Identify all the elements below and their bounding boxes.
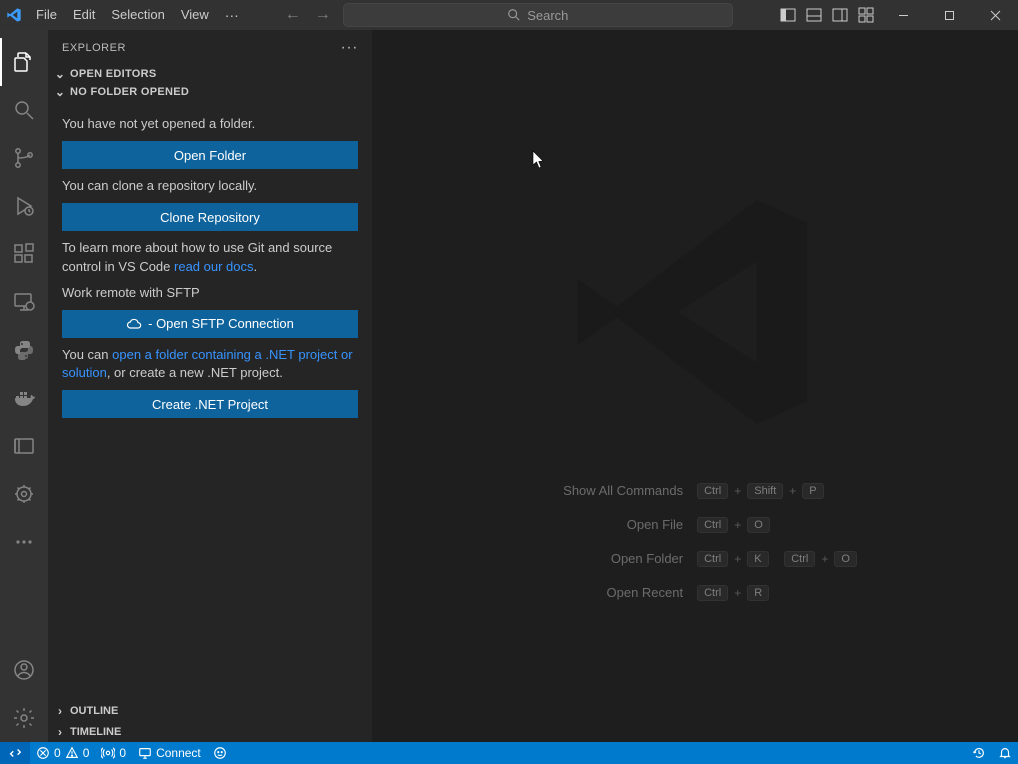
key-ctrl: Ctrl: [697, 585, 728, 601]
activity-run-debug-icon[interactable]: [0, 182, 48, 230]
open-editors-section[interactable]: ⌄ OPEN EDITORS: [48, 65, 372, 83]
key-o: O: [747, 517, 770, 533]
window-maximize-icon[interactable]: [926, 0, 972, 30]
key-ctrl: Ctrl: [784, 551, 815, 567]
activity-docker-icon[interactable]: [0, 374, 48, 422]
search-placeholder: Search: [527, 8, 568, 23]
status-problems[interactable]: 0 0: [30, 746, 95, 760]
window-close-icon[interactable]: [972, 0, 1018, 30]
key-k: K: [747, 551, 768, 567]
open-sftp-button[interactable]: - Open SFTP Connection: [62, 310, 358, 338]
key-ctrl: Ctrl: [697, 517, 728, 533]
activity-manage-icon[interactable]: [0, 694, 48, 742]
chevron-down-icon: ⌄: [52, 85, 68, 99]
key-r: R: [747, 585, 769, 601]
nav-arrows: ← →: [285, 6, 331, 24]
activity-source-control-icon[interactable]: [0, 134, 48, 182]
title-bar: File Edit Selection View ··· ← → Search: [0, 0, 1018, 30]
layout-controls: [774, 7, 880, 23]
status-connect[interactable]: Connect: [132, 746, 207, 760]
menu-view[interactable]: View: [173, 0, 217, 30]
activity-python-icon[interactable]: [0, 326, 48, 374]
nav-forward-icon[interactable]: →: [315, 6, 331, 24]
activity-explorer-icon[interactable]: [0, 38, 48, 86]
sftp-message: Work remote with SFTP: [62, 284, 358, 302]
shortcut-open-recent: Open Recent Ctrl+ R: [533, 585, 857, 601]
key-shift: Shift: [747, 483, 783, 499]
vscode-logo: [0, 7, 28, 23]
activity-settings-gear-icon[interactable]: [0, 470, 48, 518]
activity-project-icon[interactable]: [0, 422, 48, 470]
shortcut-show-all-commands: Show All Commands Ctrl+ Shift+ P: [533, 483, 857, 499]
cloud-icon: [126, 317, 142, 331]
search-icon: [507, 8, 521, 22]
key-p: P: [802, 483, 823, 499]
create-dotnet-button[interactable]: Create .NET Project: [62, 390, 358, 418]
status-remote-icon[interactable]: [0, 742, 30, 764]
welcome-shortcuts: Show All Commands Ctrl+ Shift+ P Open Fi…: [533, 483, 857, 601]
menu-edit[interactable]: Edit: [65, 0, 103, 30]
git-info-message: To learn more about how to use Git and s…: [62, 239, 358, 275]
activity-bar: [0, 30, 48, 742]
status-ports[interactable]: 0: [95, 746, 132, 760]
sidebar-title: EXPLORER: [62, 42, 126, 54]
status-bar: 0 0 0 Connect: [0, 742, 1018, 764]
timeline-section[interactable]: › TIMELINE: [48, 721, 372, 742]
status-history-icon[interactable]: [966, 746, 992, 760]
outline-section[interactable]: › OUTLINE: [48, 700, 372, 721]
key-o: O: [834, 551, 857, 567]
clone-message: You can clone a repository locally.: [62, 177, 358, 195]
mouse-cursor-icon: [532, 150, 546, 175]
chevron-down-icon: ⌄: [52, 67, 68, 81]
read-docs-link[interactable]: read our docs: [174, 259, 254, 274]
open-folder-button[interactable]: Open Folder: [62, 141, 358, 169]
activity-overflow-icon[interactable]: [0, 518, 48, 566]
layout-customize-icon[interactable]: [858, 7, 874, 23]
status-feedback-icon[interactable]: [207, 746, 233, 760]
no-folder-section[interactable]: ⌄ NO FOLDER OPENED: [48, 83, 372, 101]
status-notifications-icon[interactable]: [992, 746, 1018, 760]
layout-primary-sidebar-icon[interactable]: [780, 7, 796, 23]
command-center-search[interactable]: Search: [343, 3, 733, 27]
menu-overflow-icon[interactable]: ···: [217, 0, 247, 30]
no-folder-body: You have not yet opened a folder. Open F…: [48, 101, 372, 436]
chevron-right-icon: ›: [52, 725, 68, 739]
menu-selection[interactable]: Selection: [103, 0, 172, 30]
no-folder-message: You have not yet opened a folder.: [62, 115, 358, 133]
window-controls: [880, 0, 1018, 30]
activity-extensions-icon[interactable]: [0, 230, 48, 278]
activity-accounts-icon[interactable]: [0, 646, 48, 694]
vscode-watermark-icon: [555, 172, 835, 455]
dotnet-message: You can open a folder containing a .NET …: [62, 346, 358, 382]
clone-repository-button[interactable]: Clone Repository: [62, 203, 358, 231]
editor-area: Show All Commands Ctrl+ Shift+ P Open Fi…: [372, 30, 1018, 742]
shortcut-open-file: Open File Ctrl+ O: [533, 517, 857, 533]
explorer-sidebar: EXPLORER ··· ⌄ OPEN EDITORS ⌄ NO FOLDER …: [48, 30, 372, 742]
menu-bar: File Edit Selection View ···: [28, 0, 247, 30]
layout-secondary-sidebar-icon[interactable]: [832, 7, 848, 23]
sidebar-header: EXPLORER ···: [48, 30, 372, 65]
chevron-right-icon: ›: [52, 704, 68, 718]
key-ctrl: Ctrl: [697, 551, 728, 567]
status-warnings-count: 0: [83, 746, 90, 760]
menu-file[interactable]: File: [28, 0, 65, 30]
nav-back-icon[interactable]: ←: [285, 6, 301, 24]
sidebar-more-icon[interactable]: ···: [341, 39, 358, 57]
layout-panel-icon[interactable]: [806, 7, 822, 23]
shortcut-open-folder: Open Folder Ctrl+ K Ctrl+ O: [533, 551, 857, 567]
window-minimize-icon[interactable]: [880, 0, 926, 30]
key-ctrl: Ctrl: [697, 483, 728, 499]
status-ports-count: 0: [119, 746, 126, 760]
status-errors-count: 0: [54, 746, 61, 760]
activity-remote-explorer-icon[interactable]: [0, 278, 48, 326]
activity-search-icon[interactable]: [0, 86, 48, 134]
